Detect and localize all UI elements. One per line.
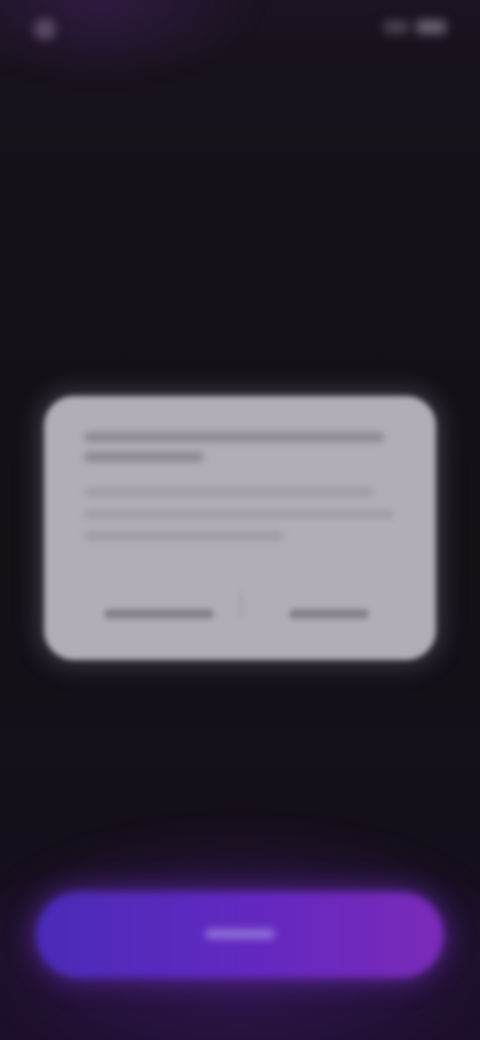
confirmation-dialog bbox=[44, 396, 436, 660]
status-bar-right bbox=[384, 20, 446, 34]
dialog-body-line bbox=[84, 510, 394, 518]
status-bar-left bbox=[34, 18, 66, 40]
primary-action-button[interactable] bbox=[36, 892, 444, 978]
dialog-cancel-label-bar bbox=[104, 608, 214, 619]
dialog-confirm-label-bar bbox=[289, 608, 369, 619]
dialog-title-line bbox=[84, 452, 204, 462]
dialog-body-line bbox=[84, 488, 374, 496]
signal-icon bbox=[384, 21, 408, 33]
dialog-title bbox=[84, 426, 394, 462]
dialog-confirm-button[interactable] bbox=[264, 586, 394, 626]
primary-action-label bbox=[205, 929, 275, 939]
app-icon bbox=[34, 18, 56, 40]
dialog-title-line bbox=[84, 432, 384, 442]
dialog-actions-divider bbox=[240, 592, 242, 620]
page-title bbox=[22, 142, 292, 172]
dialog-body-line bbox=[84, 532, 284, 540]
dialog-actions bbox=[44, 586, 436, 626]
battery-icon bbox=[416, 20, 446, 34]
dialog-body bbox=[84, 488, 394, 554]
header-link[interactable] bbox=[286, 86, 360, 108]
app-screen bbox=[0, 0, 480, 1040]
dialog-cancel-button[interactable] bbox=[94, 586, 224, 626]
status-bar bbox=[0, 0, 480, 56]
